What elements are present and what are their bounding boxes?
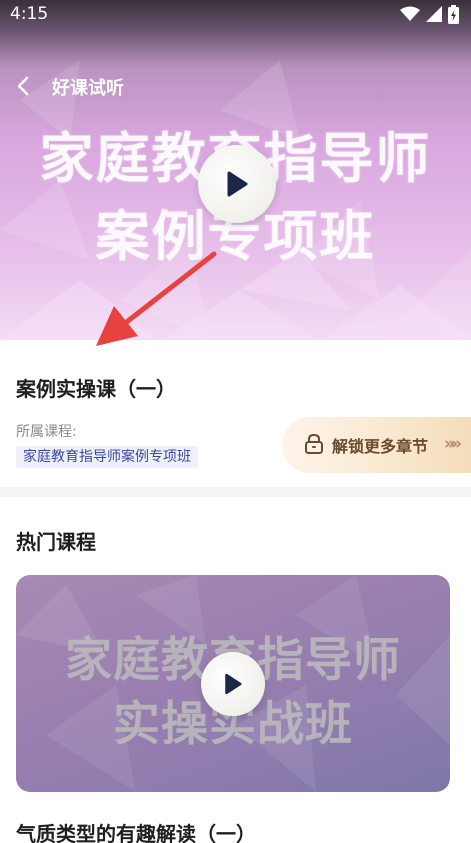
nav-bar: 好课试听 (0, 68, 471, 104)
video-banner[interactable]: 家庭教育指导师 案例专项班 4:15 (0, 0, 471, 340)
unlock-label: 解锁更多章节 (332, 437, 429, 456)
back-icon (17, 76, 29, 96)
hot-courses-title: 热门课程 (16, 530, 96, 554)
back-button[interactable] (12, 72, 38, 100)
lesson-title: 案例实操课（一） (16, 377, 176, 401)
arrow-annotation (96, 251, 217, 346)
lock-icon (305, 433, 323, 454)
banner-play-button[interactable] (198, 145, 276, 223)
play-icon (227, 171, 248, 197)
course-name[interactable]: 气质类型的有趣解读（一） (16, 818, 256, 843)
course-tag[interactable]: 家庭教育指导师案例专项班 (16, 446, 198, 468)
unlock-more-chapters-button[interactable]: 解锁更多章节 »» (282, 417, 471, 473)
section-divider (0, 487, 471, 497)
status-bar: 4:15 (0, 0, 471, 30)
card-play-button[interactable] (201, 652, 265, 716)
chevron-double-right-icon: »» (444, 434, 462, 454)
status-time: 4:15 (10, 4, 49, 24)
signal-icon (426, 6, 442, 22)
play-icon (225, 673, 242, 695)
nav-title: 好课试听 (52, 78, 124, 99)
wifi-icon (400, 6, 420, 21)
course-label: 所属课程: (16, 424, 77, 440)
battery-icon (448, 4, 459, 24)
